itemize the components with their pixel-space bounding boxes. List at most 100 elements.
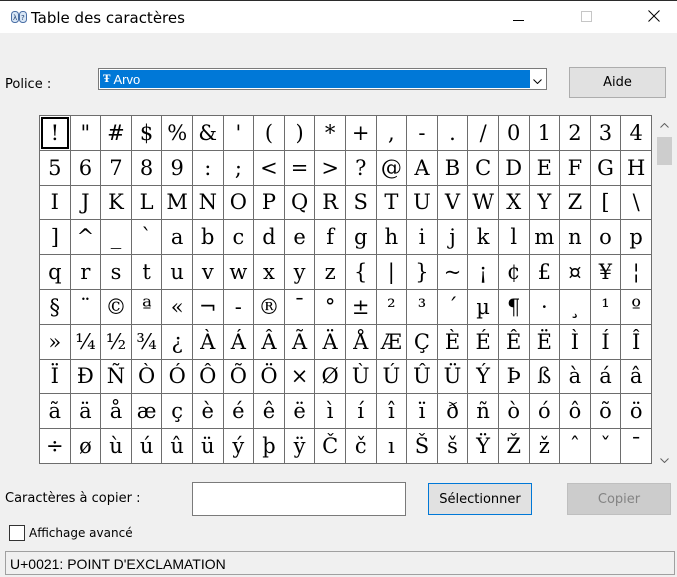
char-cell[interactable]: Ç bbox=[406, 323, 438, 360]
char-cell[interactable]: Ù bbox=[344, 358, 377, 395]
char-cell[interactable]: % bbox=[161, 115, 193, 151]
char-cell[interactable]: Å bbox=[344, 323, 377, 360]
char-cell[interactable]: ì bbox=[314, 393, 346, 430]
char-cell[interactable]: ³ bbox=[406, 288, 438, 325]
char-cell[interactable]: o bbox=[589, 219, 622, 256]
char-cell[interactable]: y bbox=[283, 254, 316, 290]
char-cell[interactable]: ò bbox=[497, 393, 530, 430]
copy-input[interactable] bbox=[192, 482, 406, 516]
char-cell[interactable]: ã bbox=[39, 393, 71, 430]
char-cell[interactable]: p bbox=[620, 219, 652, 256]
char-cell[interactable]: ! bbox=[39, 115, 71, 151]
char-cell[interactable]: « bbox=[161, 288, 193, 325]
char-cell[interactable]: h bbox=[375, 219, 408, 256]
char-cell[interactable]: b bbox=[191, 219, 224, 256]
char-cell[interactable]: Ë bbox=[528, 323, 561, 360]
char-cell[interactable]: ¢ bbox=[497, 254, 530, 290]
char-cell[interactable]: Ð bbox=[69, 358, 102, 395]
char-cell[interactable]: H bbox=[620, 149, 652, 186]
char-cell[interactable]: + bbox=[344, 115, 377, 151]
char-cell[interactable]: : bbox=[191, 149, 224, 186]
char-cell[interactable]: Č bbox=[314, 428, 346, 464]
scroll-up-button[interactable] bbox=[656, 115, 673, 132]
char-cell[interactable]: ? bbox=[344, 149, 377, 186]
char-cell[interactable]: ¦ bbox=[620, 254, 652, 290]
char-cell[interactable]: â bbox=[620, 358, 652, 395]
character-grid[interactable]: ! " # $% & '() * +, -./0 1 2 3 4 5 6 7 8 9:; < = >? @ A B C D E F G H… bbox=[39, 115, 652, 464]
char-cell[interactable]: è bbox=[191, 393, 224, 430]
char-cell[interactable]: a bbox=[161, 219, 193, 256]
char-cell[interactable]: e bbox=[283, 219, 316, 256]
char-cell[interactable]: ð bbox=[436, 393, 469, 430]
char-cell[interactable]: ÷ bbox=[39, 428, 71, 464]
char-cell[interactable]: ê bbox=[253, 393, 285, 430]
char-cell[interactable]: j bbox=[436, 219, 469, 256]
char-cell[interactable]: < bbox=[253, 149, 285, 186]
char-cell[interactable]: ß bbox=[528, 358, 561, 395]
char-cell[interactable]: ¬ bbox=[191, 288, 224, 325]
char-cell[interactable]: Ñ bbox=[100, 358, 132, 395]
char-cell[interactable]: ¶ bbox=[497, 288, 530, 325]
char-cell[interactable]: 5 bbox=[39, 149, 71, 186]
char-cell[interactable]: / bbox=[467, 115, 499, 151]
char-cell[interactable]: Ö bbox=[253, 358, 285, 395]
char-cell[interactable]: S bbox=[344, 184, 377, 221]
char-cell[interactable]: š bbox=[436, 428, 469, 464]
char-cell[interactable]: ˇ bbox=[589, 428, 622, 464]
char-cell[interactable]: n bbox=[559, 219, 591, 256]
advanced-view-checkbox[interactable]: Affichage avancé bbox=[9, 525, 133, 541]
char-cell[interactable]: $ bbox=[130, 115, 163, 151]
char-cell[interactable]: ± bbox=[344, 288, 377, 325]
char-cell[interactable]: Ü bbox=[436, 358, 469, 395]
char-cell[interactable]: B bbox=[436, 149, 469, 186]
char-cell[interactable]: Æ bbox=[375, 323, 408, 360]
char-cell[interactable]: å bbox=[100, 393, 132, 430]
char-cell[interactable]: õ bbox=[589, 393, 622, 430]
char-cell[interactable]: Y bbox=[528, 184, 561, 221]
dropdown-arrow[interactable] bbox=[529, 69, 546, 89]
char-cell[interactable]: ¼ bbox=[69, 323, 102, 360]
minimize-button[interactable] bbox=[495, 1, 541, 33]
char-cell[interactable]: ¿ bbox=[161, 323, 193, 360]
char-cell[interactable]: ç bbox=[161, 393, 193, 430]
char-cell[interactable]: c bbox=[222, 219, 255, 256]
char-cell[interactable]: û bbox=[161, 428, 193, 464]
char-cell[interactable]: ª bbox=[130, 288, 163, 325]
char-cell[interactable]: " bbox=[69, 115, 102, 151]
char-cell[interactable]: 2 bbox=[559, 115, 591, 151]
char-cell[interactable]: Þ bbox=[497, 358, 530, 395]
char-cell[interactable]: P bbox=[253, 184, 285, 221]
char-cell[interactable]: ˆ bbox=[559, 428, 591, 464]
char-cell[interactable]: I bbox=[39, 184, 71, 221]
char-cell[interactable]: s bbox=[100, 254, 132, 290]
char-cell[interactable]: Ì bbox=[559, 323, 591, 360]
char-cell[interactable]: 1 bbox=[528, 115, 561, 151]
char-cell[interactable]: \ bbox=[620, 184, 652, 221]
char-cell[interactable]: v bbox=[191, 254, 224, 290]
checkbox[interactable] bbox=[9, 525, 25, 541]
char-cell[interactable]: ÿ bbox=[283, 428, 316, 464]
char-cell[interactable]: × bbox=[283, 358, 316, 395]
title-bar[interactable]: λ ? Table des caractères bbox=[0, 1, 677, 33]
char-cell[interactable]: U bbox=[406, 184, 438, 221]
char-cell[interactable]: ¹ bbox=[589, 288, 622, 325]
char-cell[interactable]: ž bbox=[528, 428, 561, 464]
char-cell[interactable]: 0 bbox=[497, 115, 530, 151]
char-cell[interactable]: 8 bbox=[130, 149, 163, 186]
char-cell[interactable]: ® bbox=[253, 288, 285, 325]
grid-scrollbar[interactable] bbox=[656, 115, 673, 467]
char-cell[interactable]: Í bbox=[589, 323, 622, 360]
char-cell[interactable]: ¨ bbox=[69, 288, 102, 325]
char-cell[interactable]: = bbox=[283, 149, 316, 186]
char-cell[interactable]: ú bbox=[130, 428, 163, 464]
char-cell[interactable]: » bbox=[39, 323, 71, 360]
char-cell[interactable]: Ê bbox=[497, 323, 530, 360]
char-cell[interactable]: , bbox=[375, 115, 408, 151]
char-cell[interactable]: Ä bbox=[314, 323, 346, 360]
char-cell[interactable]: # bbox=[100, 115, 132, 151]
char-cell[interactable]: O bbox=[222, 184, 255, 221]
char-cell[interactable]: º bbox=[620, 288, 652, 325]
char-cell[interactable]: L bbox=[130, 184, 163, 221]
char-cell[interactable]: q bbox=[39, 254, 71, 290]
char-cell[interactable]: ½ bbox=[100, 323, 132, 360]
